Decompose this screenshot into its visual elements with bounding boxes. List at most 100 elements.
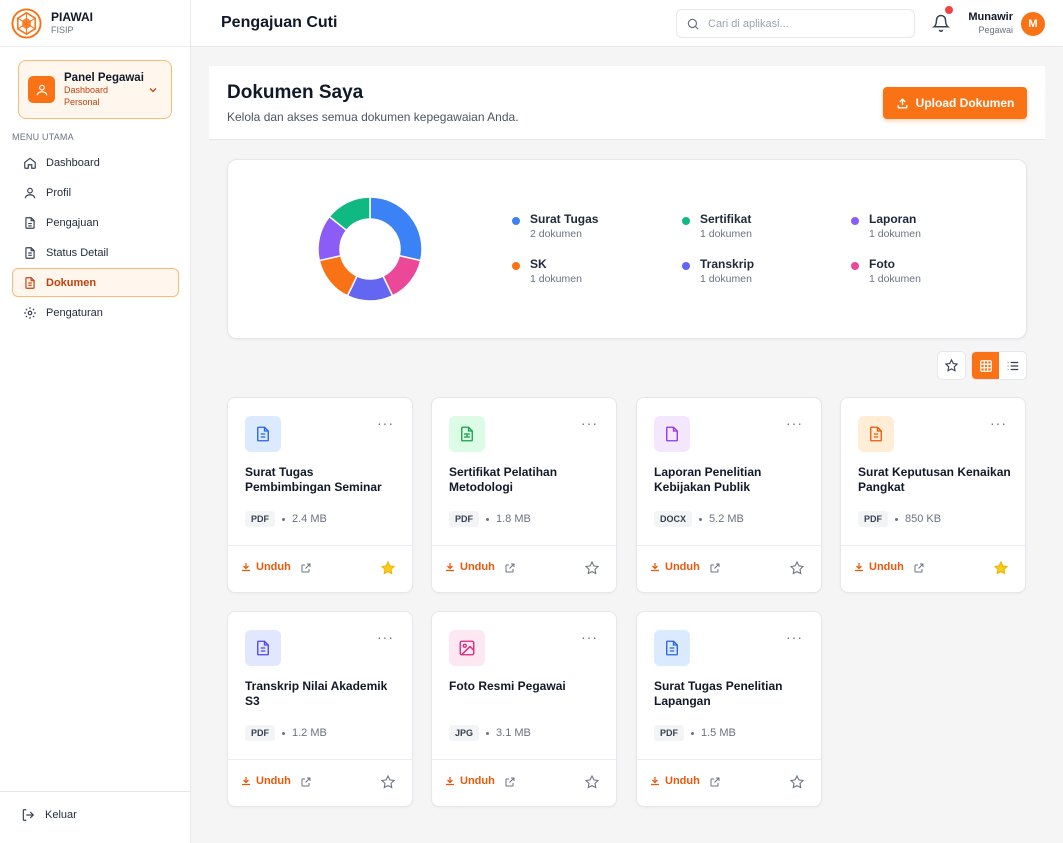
favorite-button[interactable] [789, 774, 805, 795]
document-meta: PDF 1.5 MB [654, 725, 736, 741]
separator-dot [282, 731, 285, 735]
download-button[interactable]: Unduh [649, 775, 700, 787]
more-options-button[interactable]: ··· [377, 416, 394, 430]
search-icon [687, 18, 699, 30]
menu-heading: MENU UTAMA [12, 132, 74, 142]
favorite-button[interactable] [380, 774, 396, 795]
document-card[interactable]: ··· Surat Tugas Penelitian Lapangan PDF … [636, 611, 822, 807]
star-icon [993, 560, 1009, 575]
legend-item: Sertifikat 1 dokumen [682, 212, 752, 240]
favorite-button[interactable] [584, 560, 600, 581]
user-role: Pegawai [978, 24, 1013, 35]
file-size: 5.2 MB [709, 513, 744, 525]
favorite-button[interactable] [993, 560, 1009, 581]
sidebar-item-pengajuan[interactable]: Pengajuan [12, 208, 179, 237]
donut-slice-surat-tugas [369, 197, 422, 262]
open-external-button[interactable] [300, 561, 312, 579]
list-view-button[interactable] [999, 352, 1026, 379]
favorite-button[interactable] [584, 774, 600, 795]
download-button[interactable]: Unduh [853, 561, 904, 573]
star-icon [380, 560, 396, 575]
legend-name: SK [530, 257, 547, 271]
download-button[interactable]: Unduh [444, 561, 495, 573]
legend-item: Foto 1 dokumen [851, 257, 921, 285]
file-type-badge: PDF [449, 511, 479, 527]
logout-button[interactable]: Keluar [21, 808, 77, 822]
open-external-button[interactable] [709, 561, 721, 579]
download-label: Unduh [665, 775, 700, 787]
star-icon [789, 560, 805, 575]
more-options-button[interactable]: ··· [581, 630, 598, 644]
open-external-button[interactable] [300, 775, 312, 793]
documents-header: Dokumen Saya Kelola dan akses semua doku… [209, 66, 1045, 140]
document-card[interactable]: ··· Transkrip Nilai Akademik S3 PDF 1.2 … [227, 611, 413, 807]
file-size: 1.5 MB [701, 727, 736, 739]
legend-count: 1 dokumen [700, 228, 752, 241]
notification-button[interactable] [931, 6, 953, 37]
grid-view-button[interactable] [972, 352, 999, 379]
download-button[interactable]: Unduh [240, 775, 291, 787]
external-link-icon [710, 563, 720, 573]
favorite-button[interactable] [789, 560, 805, 581]
more-options-button[interactable]: ··· [581, 416, 598, 430]
legend-name: Foto [869, 257, 895, 271]
grid-icon [979, 359, 992, 372]
brand-subtitle: FISIP [51, 24, 74, 35]
avatar[interactable]: M [1021, 12, 1045, 36]
more-options-button[interactable]: ··· [990, 416, 1007, 430]
open-external-button[interactable] [709, 775, 721, 793]
document-card[interactable]: ··· Surat Keputusan Kenaikan Pangkat PDF… [840, 397, 1026, 593]
external-link-icon [301, 563, 311, 573]
sidebar-item-dokumen[interactable]: Dokumen [12, 268, 179, 297]
upload-document-button[interactable]: Upload Dokumen [883, 87, 1027, 119]
separator-dot [486, 517, 489, 521]
legend-count: 2 dokumen [530, 228, 582, 241]
document-card[interactable]: ··· Laporan Penelitian Kebijakan Publik … [636, 397, 822, 593]
sidebar-item-pengaturan[interactable]: Pengaturan [12, 298, 179, 327]
download-button[interactable]: Unduh [649, 561, 700, 573]
filter-starred-button[interactable] [937, 351, 966, 380]
file-size: 1.8 MB [496, 513, 531, 525]
sidebar-item-status-detail[interactable]: Status Detail [12, 238, 179, 267]
document-title: Surat Tugas Pembimbingan Seminar [245, 465, 382, 494]
favorite-button[interactable] [380, 560, 396, 581]
legend-name: Surat Tugas [530, 212, 599, 226]
logout-icon [21, 808, 35, 822]
file-type-badge: DOCX [654, 511, 693, 527]
more-options-button[interactable]: ··· [377, 630, 394, 644]
document-card[interactable]: ··· Surat Tugas Pembimbingan Seminar PDF… [227, 397, 413, 593]
file-text-icon [654, 630, 690, 666]
sidebar-item-label: Profil [46, 186, 72, 199]
user-info: Munawir Pegawai [961, 11, 1013, 36]
search-input[interactable] [708, 17, 898, 30]
separator-dot [699, 517, 703, 521]
sidebar-item-label: Dokumen [46, 276, 97, 289]
document-title: Foto Resmi Pegawai [449, 679, 566, 693]
more-options-button[interactable]: ··· [786, 416, 803, 430]
more-options-button[interactable]: ··· [786, 630, 803, 644]
document-card[interactable]: ··· Sertifikat Pelatihan Metodologi PDF … [431, 397, 617, 593]
download-button[interactable]: Unduh [240, 561, 291, 573]
sidebar-item-label: Status Detail [46, 246, 109, 259]
star-icon [380, 774, 396, 789]
sidebar-item-label: Pengajuan [46, 216, 99, 229]
download-button[interactable]: Unduh [444, 775, 495, 787]
file-type-badge: PDF [654, 725, 684, 741]
download-icon [242, 777, 250, 786]
document-card[interactable]: ··· Foto Resmi Pegawai JPG 3.1 MB Unduh [431, 611, 617, 807]
open-external-button[interactable] [504, 561, 516, 579]
panel-switcher[interactable]: Panel Pegawai Dashboard Personal [18, 60, 172, 119]
gear-icon [22, 305, 38, 321]
document-title: Transkrip Nilai Akademik S3 [245, 679, 388, 708]
brand-logo-icon [11, 7, 42, 39]
sidebar-item-label: Dashboard [46, 156, 100, 169]
file-text-icon [22, 245, 38, 261]
file-type-badge: PDF [858, 511, 888, 527]
file-size: 3.1 MB [496, 727, 531, 739]
download-label: Unduh [869, 561, 904, 573]
separator-dot [895, 517, 898, 521]
open-external-button[interactable] [913, 561, 925, 579]
sidebar-item-profil[interactable]: Profil [12, 178, 179, 207]
open-external-button[interactable] [504, 775, 516, 793]
sidebar-item-dashboard[interactable]: Dashboard [12, 148, 179, 177]
